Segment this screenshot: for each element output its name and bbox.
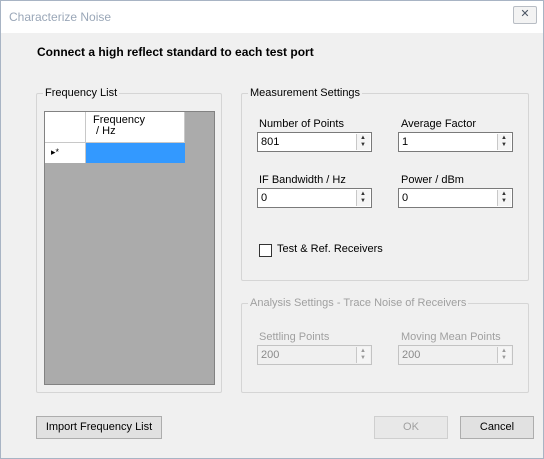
grid-corner[interactable] [45,112,86,143]
title-bar: Characterize Noise ✕ [1,1,543,33]
spin-up-icon: ▲ [360,348,366,354]
spin-up-icon: ▲ [501,348,507,354]
settling-points-spinner: ▲ ▼ [356,347,370,363]
instruction-text: Connect a high reflect standard to each … [37,45,314,59]
number-of-points-value: 801 [261,136,280,148]
spin-down-icon[interactable]: ▼ [360,198,366,204]
cancel-button[interactable]: Cancel [460,416,534,439]
measurement-settings-legend: Measurement Settings [248,87,363,99]
average-factor-input[interactable]: 1 ▲ ▼ [398,132,513,152]
average-factor-spinner[interactable]: ▲ ▼ [497,134,511,150]
moving-mean-points-spinner: ▲ ▼ [497,347,511,363]
new-row-marker-icon: ▸* [51,147,60,157]
settling-points-value: 200 [261,349,280,361]
settling-points-input: 200 ▲ ▼ [257,345,372,365]
ok-button: OK [374,416,448,439]
power-value: 0 [402,192,409,204]
spin-down-icon: ▼ [360,355,366,361]
number-of-points-input[interactable]: 801 ▲ ▼ [257,132,372,152]
frequency-grid[interactable]: Frequency / Hz ▸* [44,111,215,385]
if-bandwidth-input[interactable]: 0 ▲ ▼ [257,188,372,208]
power-input[interactable]: 0 ▲ ▼ [398,188,513,208]
test-ref-receivers-checkbox[interactable] [259,244,272,257]
if-bandwidth-label: IF Bandwidth / Hz [259,174,346,186]
spin-up-icon[interactable]: ▲ [501,135,507,141]
new-row-frequency-cell[interactable] [86,143,185,163]
spin-down-icon[interactable]: ▼ [501,142,507,148]
window-title: Characterize Noise [9,10,112,24]
spin-down-icon[interactable]: ▼ [360,142,366,148]
if-bandwidth-value: 0 [261,192,268,204]
power-label: Power / dBm [401,174,464,186]
frequency-column-header[interactable]: Frequency / Hz [86,112,185,143]
spin-up-icon[interactable]: ▲ [501,191,507,197]
average-factor-label: Average Factor [401,118,477,130]
spin-up-icon[interactable]: ▲ [360,191,366,197]
power-spinner[interactable]: ▲ ▼ [497,190,511,206]
if-bandwidth-spinner[interactable]: ▲ ▼ [356,190,370,206]
test-ref-receivers-label[interactable]: Test & Ref. Receivers [277,243,383,255]
number-of-points-label: Number of Points [259,118,344,130]
import-frequency-list-button[interactable]: Import Frequency List [36,416,162,439]
number-of-points-spinner[interactable]: ▲ ▼ [356,134,370,150]
spin-up-icon[interactable]: ▲ [360,135,366,141]
frequency-list-legend: Frequency List [43,87,120,99]
characterize-noise-dialog: Characterize Noise ✕ Connect a high refl… [0,0,544,459]
close-button[interactable]: ✕ [513,6,537,24]
frequency-column-label: Frequency / Hz [93,114,145,137]
average-factor-value: 1 [402,136,409,148]
settling-points-label: Settling Points [259,331,330,343]
frequency-list-group: Frequency List Frequency / Hz ▸* [36,87,222,393]
spin-down-icon: ▼ [501,355,507,361]
analysis-settings-legend: Analysis Settings - Trace Noise of Recei… [248,297,469,309]
moving-mean-points-value: 200 [402,349,421,361]
moving-mean-points-input: 200 ▲ ▼ [398,345,513,365]
new-row-header[interactable]: ▸* [45,143,86,163]
spin-down-icon[interactable]: ▼ [501,198,507,204]
close-icon: ✕ [520,8,530,20]
moving-mean-points-label: Moving Mean Points [401,331,501,343]
